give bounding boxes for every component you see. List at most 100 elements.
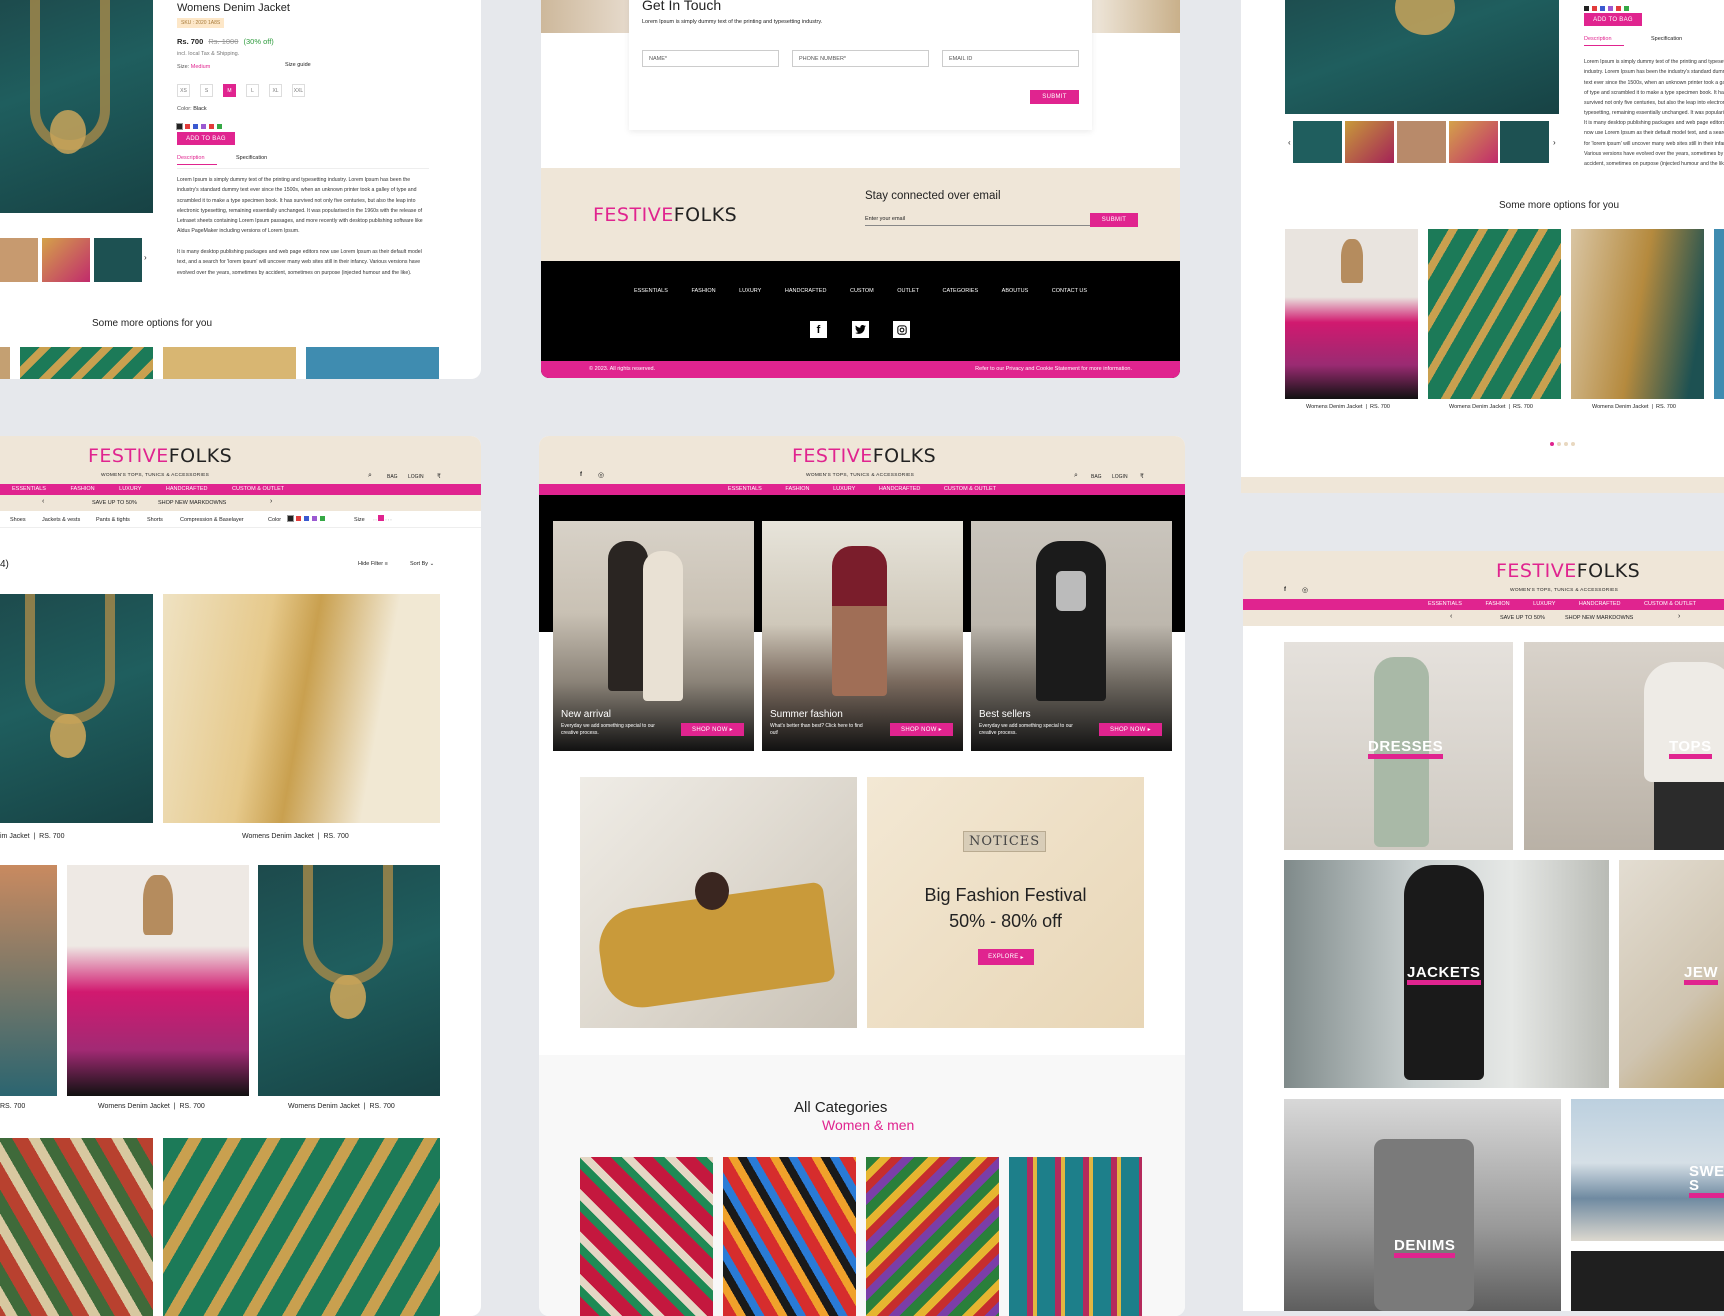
option-thumb-3[interactable]: [163, 347, 296, 379]
option-thumb-4[interactable]: [306, 347, 439, 379]
footer-link-contact[interactable]: CONTACT US: [1052, 288, 1087, 294]
nav-essentials[interactable]: ESSENTIALS: [12, 486, 46, 492]
email-field[interactable]: EMAIL ID: [942, 50, 1079, 67]
size-guide-link[interactable]: Size guide: [285, 62, 311, 68]
right-thumb-2[interactable]: [1345, 121, 1394, 163]
currency-icon[interactable]: ₹: [437, 473, 441, 480]
footer-link-custom[interactable]: CUSTOM: [850, 288, 874, 294]
footer-link-outlet[interactable]: OUTLET: [897, 288, 919, 294]
facebook-icon[interactable]: f: [810, 321, 827, 338]
listing-image-2[interactable]: [163, 594, 440, 823]
promo-next-icon[interactable]: ›: [1678, 613, 1680, 620]
promo-next-icon[interactable]: ›: [270, 498, 272, 505]
promo-prev-icon[interactable]: ‹: [42, 498, 44, 505]
right-thumb-4[interactable]: [1449, 121, 1498, 163]
category-tile-extra[interactable]: [1571, 1251, 1724, 1311]
suggest-image-3[interactable]: [1571, 229, 1704, 399]
hero-tile-new-arrival[interactable]: New arrival Everyday we add something sp…: [553, 521, 754, 751]
size-m[interactable]: M: [223, 84, 236, 97]
listing-image-6[interactable]: [0, 1138, 153, 1316]
filter-shoes[interactable]: Shoes: [10, 517, 26, 523]
right-thumb-1[interactable]: [1293, 121, 1342, 163]
option-thumb-2[interactable]: [20, 347, 153, 379]
promo-markdowns[interactable]: SHOP NEW MARKDOWNS: [158, 500, 226, 506]
logo[interactable]: FESTIVEFOLKS: [88, 445, 232, 467]
thumb-prev-icon[interactable]: ‹: [1288, 138, 1291, 147]
nav-fashion[interactable]: FASHION: [70, 486, 94, 492]
listing-image-3[interactable]: [0, 865, 57, 1096]
filter-color-swatches[interactable]: [287, 515, 328, 523]
tab-specification[interactable]: Specification: [236, 155, 267, 161]
tab-description-right[interactable]: Description: [1584, 36, 1624, 46]
newsletter-input[interactable]: Enter your email: [865, 216, 1097, 226]
footer-link-luxury[interactable]: LUXURY: [739, 288, 761, 294]
footer-link-categories[interactable]: CATEGORIES: [942, 288, 978, 294]
hero-tile-best-sellers[interactable]: Best sellers Everyday we add something s…: [971, 521, 1172, 751]
category-tile-4[interactable]: [1009, 1157, 1142, 1316]
nav-handcrafted[interactable]: HANDCRAFTED: [166, 486, 208, 492]
search-icon[interactable]: ⌕: [368, 472, 372, 480]
thumb-next-icon[interactable]: ›: [1553, 138, 1556, 147]
footer-link-fashion[interactable]: FASHION: [691, 288, 715, 294]
category-tile-3[interactable]: [866, 1157, 999, 1316]
instagram-icon[interactable]: ◎: [598, 471, 604, 479]
category-denims[interactable]: DENIMS: [1284, 1099, 1561, 1311]
nav-custom-outlet[interactable]: CUSTOM & OUTLET: [1644, 601, 1696, 607]
tab-description[interactable]: Description: [177, 155, 217, 165]
filter-pants[interactable]: Pants & tights: [96, 517, 130, 523]
footer-link-aboutus[interactable]: ABOUTUS: [1002, 288, 1029, 294]
contact-submit-button[interactable]: SUBMIT: [1030, 90, 1079, 104]
newsletter-submit-button[interactable]: SUBMIT: [1090, 213, 1138, 227]
footer-link-handcrafted[interactable]: HANDCRAFTED: [785, 288, 827, 294]
bag-link[interactable]: BAG: [387, 474, 398, 480]
category-jackets[interactable]: JACKETS: [1284, 860, 1609, 1088]
nav-essentials[interactable]: ESSENTIALS: [728, 486, 762, 492]
size-s[interactable]: S: [200, 84, 213, 97]
privacy-text[interactable]: Refer to our Privacy and Cookie Statemen…: [975, 366, 1132, 372]
add-to-bag-button[interactable]: ADD TO BAG: [177, 132, 235, 145]
size-xl[interactable]: XL: [269, 84, 282, 97]
twitter-icon[interactable]: [852, 321, 869, 338]
explore-button[interactable]: EXPLORE ▸: [978, 949, 1034, 965]
nav-luxury[interactable]: LUXURY: [1533, 601, 1555, 607]
category-tile-1[interactable]: [580, 1157, 713, 1316]
category-jewellery[interactable]: JEW: [1619, 860, 1724, 1088]
category-dresses[interactable]: DRESSES: [1284, 642, 1513, 850]
filter-size-options[interactable]: ▫ ▫ ▫ ▫ ▫: [373, 515, 392, 522]
category-tile-2[interactable]: [723, 1157, 856, 1316]
category-sweatshirts[interactable]: SWEAT-S: [1571, 1099, 1724, 1241]
facebook-icon[interactable]: f: [1284, 587, 1286, 593]
instagram-icon[interactable]: [893, 321, 910, 338]
nav-luxury[interactable]: LUXURY: [119, 486, 141, 492]
nav-handcrafted[interactable]: HANDCRAFTED: [1579, 601, 1621, 607]
nav-custom-outlet[interactable]: CUSTOM & OUTLET: [944, 486, 996, 492]
phone-field[interactable]: PHONE NUMBER*: [792, 50, 929, 67]
listing-image-1[interactable]: [0, 594, 153, 823]
tab-specification-right[interactable]: Specification: [1651, 36, 1682, 42]
thumb-2[interactable]: [42, 238, 90, 282]
nav-custom-outlet[interactable]: CUSTOM & OUTLET: [232, 486, 284, 492]
suggest-image-1[interactable]: [1285, 229, 1418, 399]
listing-image-5[interactable]: [258, 865, 440, 1096]
nav-luxury[interactable]: LUXURY: [833, 486, 855, 492]
add-to-bag-button-right[interactable]: ADD TO BAG: [1584, 13, 1642, 26]
chevron-right-icon[interactable]: ›: [144, 253, 147, 262]
filter-compression[interactable]: Compression & Baselayer: [180, 517, 244, 523]
size-xxl[interactable]: XXL: [292, 84, 305, 97]
filter-jackets[interactable]: Jackets & vests: [42, 517, 80, 523]
promo-markdowns[interactable]: SHOP NEW MARKDOWNS: [1565, 615, 1633, 621]
nav-fashion[interactable]: FASHION: [1485, 601, 1509, 607]
footer-link-essentials[interactable]: ESSENTIALS: [634, 288, 668, 294]
listing-image-7[interactable]: [163, 1138, 440, 1316]
sort-by-button[interactable]: Sort By ⌄: [410, 561, 434, 567]
suggest-image-4[interactable]: [1714, 229, 1724, 399]
logo[interactable]: FESTIVEFOLKS: [792, 445, 936, 467]
hero-tile-summer[interactable]: Summer fashion What's better than best? …: [762, 521, 963, 751]
category-tops[interactable]: TOPS: [1524, 642, 1724, 850]
bag-link[interactable]: BAG: [1091, 474, 1102, 480]
hero-cta-3[interactable]: SHOP NOW ▸: [1099, 723, 1162, 736]
promo-prev-icon[interactable]: ‹: [1450, 613, 1452, 620]
option-thumb-1[interactable]: [0, 347, 10, 379]
hero-cta-2[interactable]: SHOP NOW ▸: [890, 723, 953, 736]
login-link[interactable]: LOGIN: [1112, 474, 1128, 480]
